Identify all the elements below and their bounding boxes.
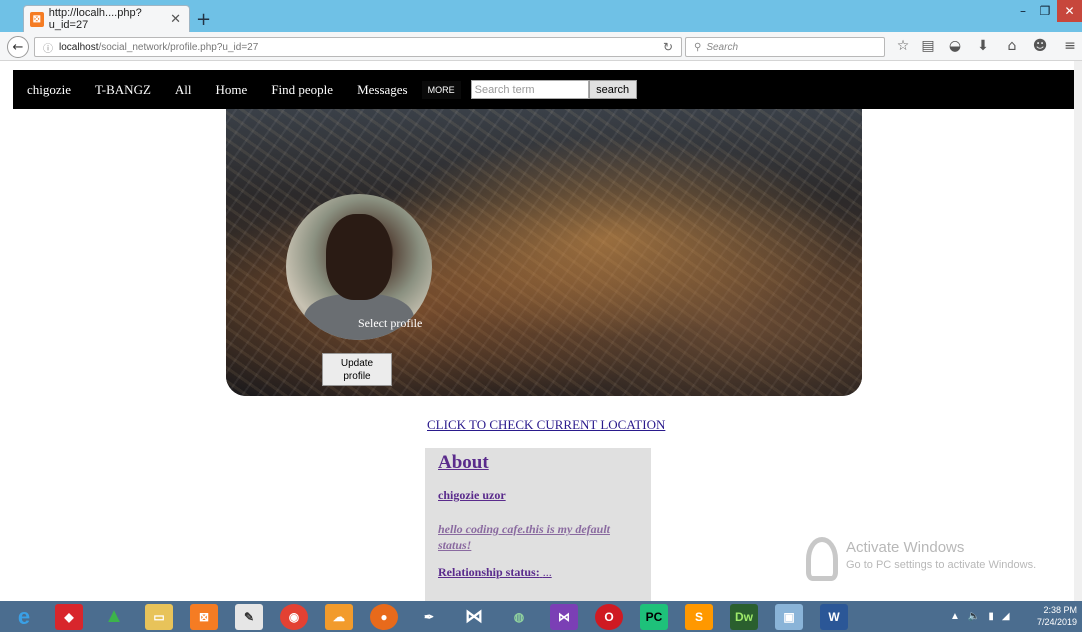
minimize-icon[interactable]: –: [1012, 0, 1034, 22]
volume-icon[interactable]: 🔈: [968, 611, 980, 622]
pocket-icon[interactable]: ◒: [945, 38, 965, 54]
dreamweaver-icon[interactable]: Dw: [730, 603, 758, 630]
android-icon[interactable]: ◍: [505, 604, 533, 630]
file-explorer-icon[interactable]: ▭: [145, 603, 173, 630]
key-icon: [806, 537, 838, 581]
download-icon[interactable]: ⬇: [973, 38, 993, 54]
close-tab-icon[interactable]: ✕: [170, 11, 181, 27]
update-profile-button[interactable]: Update profile: [322, 353, 392, 386]
maximize-icon[interactable]: ❐: [1034, 0, 1056, 22]
nav-item-tbangz[interactable]: T-BANGZ: [95, 82, 151, 98]
uc-browser-icon[interactable]: ☁: [325, 603, 353, 630]
about-heading: About: [438, 452, 489, 473]
battery-icon[interactable]: ▮: [988, 611, 994, 622]
sublime-icon[interactable]: S: [685, 603, 713, 630]
profile-name[interactable]: chigozie uzor: [438, 488, 638, 503]
page-content: chigozie T-BANGZ All Home Find people Me…: [0, 61, 1082, 601]
relationship-value: ...: [542, 565, 552, 579]
activate-subtitle: Go to PC settings to activate Windows.: [846, 559, 1037, 571]
pen-icon[interactable]: ✒: [415, 604, 443, 630]
update-label-1: Update: [340, 358, 374, 369]
browser-search-placeholder: Search: [706, 41, 739, 53]
relationship-status[interactable]: Relationship status: ...: [438, 565, 638, 580]
clock-date: 7/24/2019: [1036, 617, 1077, 627]
cover-photo: Select profile Update profile: [226, 109, 862, 396]
activate-windows-watermark: Activate Windows Go to PC settings to ac…: [806, 537, 1066, 587]
system-clock[interactable]: 2:38 PM 7/24/2019: [1033, 604, 1077, 628]
android-studio-icon[interactable]: ▲: [100, 604, 128, 630]
nav-item-home[interactable]: Home: [216, 82, 248, 98]
bookmark-star-icon[interactable]: ☆: [893, 38, 913, 54]
tray-arrow-icon[interactable]: ▲: [950, 611, 960, 622]
activate-title: Activate Windows: [846, 539, 965, 556]
menu-icon[interactable]: ≡: [1060, 38, 1080, 54]
browser-nav-bar: ← ⓘ localhost /social_network/profile.ph…: [0, 32, 1082, 61]
firefox-icon[interactable]: ●: [370, 603, 398, 630]
site-search-input[interactable]: Search term: [470, 80, 589, 99]
site-info-icon[interactable]: ⓘ: [43, 40, 53, 55]
browser-tab-bar: ⊠ http://localh....php?u_id=27 ✕ + – ❐ ✕: [0, 0, 1082, 32]
ie-icon[interactable]: e: [10, 604, 38, 630]
url-path: /social_network/profile.php?u_id=27: [98, 41, 259, 53]
home-icon[interactable]: ⌂: [1002, 38, 1022, 54]
nav-item-all[interactable]: All: [175, 82, 192, 98]
notepad-icon[interactable]: ✎: [235, 603, 263, 630]
shield-icon[interactable]: ◆: [55, 603, 83, 630]
reload-icon[interactable]: ↻: [663, 40, 673, 54]
opera-icon[interactable]: O: [595, 603, 623, 630]
check-location-link[interactable]: CLICK TO CHECK CURRENT LOCATION: [427, 417, 665, 433]
nav-item-find-people[interactable]: Find people: [271, 82, 333, 98]
back-icon[interactable]: ←: [7, 36, 29, 58]
profile-face: [326, 214, 392, 300]
browser-search-input[interactable]: ⚲ Search: [685, 37, 885, 57]
nav-item-user[interactable]: chigozie: [27, 82, 71, 98]
update-label-2: profile: [343, 371, 371, 382]
system-tray: ▲ 🔈 ▮ ◢: [950, 601, 1010, 632]
pycharm-icon[interactable]: PC: [640, 603, 668, 630]
visual-studio-icon[interactable]: ⋈: [460, 604, 488, 630]
photos-icon[interactable]: ▣: [775, 603, 803, 630]
close-window-icon[interactable]: ✕: [1057, 0, 1082, 22]
relationship-label: Relationship status:: [438, 565, 540, 579]
xampp-favicon-icon: ⊠: [30, 11, 44, 27]
page-scrollbar[interactable]: [1074, 61, 1082, 601]
site-search-button[interactable]: search: [588, 80, 637, 99]
xampp-icon[interactable]: ⊠: [190, 603, 218, 630]
search-icon: ⚲: [694, 41, 702, 53]
select-profile-label[interactable]: Select profile: [358, 316, 422, 331]
browser-tab[interactable]: ⊠ http://localh....php?u_id=27 ✕: [23, 5, 190, 32]
url-host: localhost: [59, 41, 99, 53]
profile-status[interactable]: hello coding cafe.this is my default sta…: [438, 521, 638, 553]
chat-icon[interactable]: ☻: [1030, 38, 1050, 54]
network-icon[interactable]: ◢: [1002, 611, 1010, 622]
chrome-icon[interactable]: ◉: [280, 603, 308, 630]
new-tab-icon[interactable]: +: [196, 9, 211, 30]
site-nav: chigozie T-BANGZ All Home Find people Me…: [13, 70, 1074, 109]
word-icon[interactable]: W: [820, 603, 848, 630]
windows-taskbar: e ◆ ▲ ▭ ⊠ ✎ ◉ ☁ ● ✒ ⋈ ◍ ⋈ O PC S Dw ▣ W: [0, 601, 1082, 632]
about-panel: About chigozie uzor hello coding cafe.th…: [425, 448, 651, 601]
clock-time: 2:38 PM: [1043, 605, 1077, 615]
tab-title: http://localh....php?u_id=27: [48, 7, 142, 31]
url-bar[interactable]: ⓘ localhost /social_network/profile.php?…: [34, 37, 682, 57]
reading-list-icon[interactable]: ▤: [918, 38, 938, 54]
visual-studio-2-icon[interactable]: ⋈: [550, 603, 578, 630]
more-dropdown[interactable]: MORE: [421, 80, 461, 99]
nav-item-messages[interactable]: Messages: [357, 82, 408, 98]
